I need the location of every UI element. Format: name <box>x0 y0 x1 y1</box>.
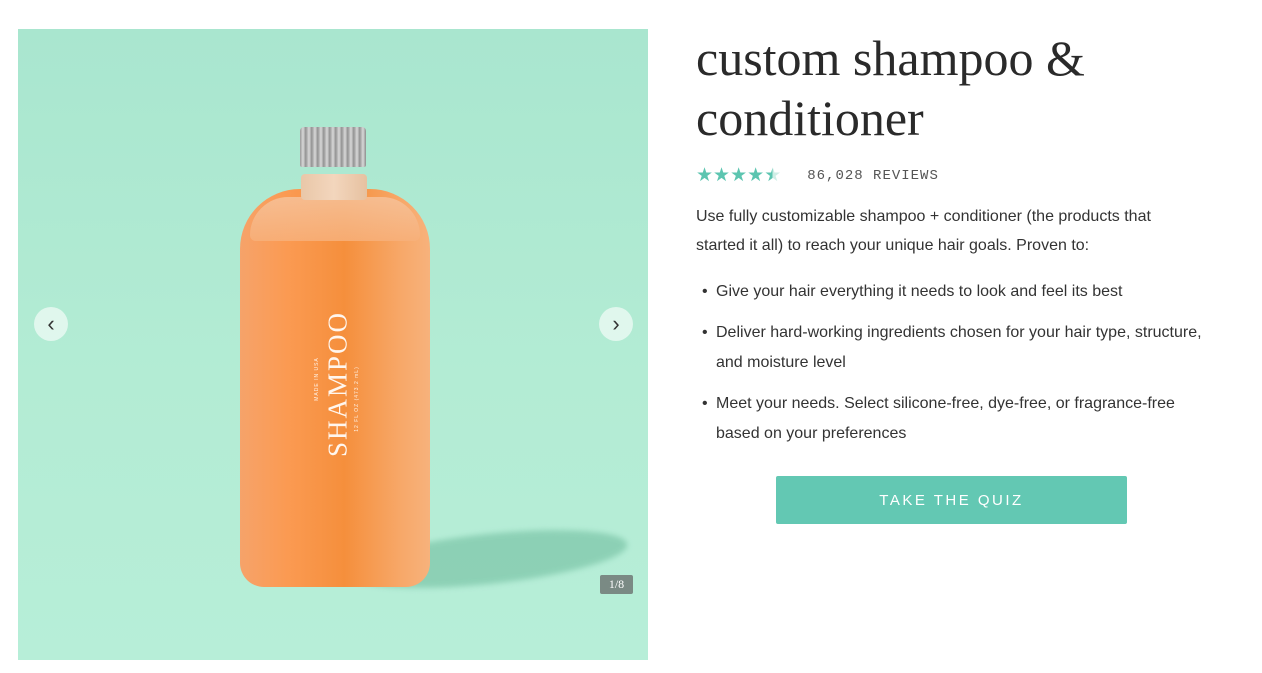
bottle-label: SHAMPOO <box>322 310 353 458</box>
chevron-left-icon: ‹ <box>47 311 55 336</box>
star-icon: ★ <box>730 165 748 186</box>
star-icon: ★ <box>713 165 731 186</box>
product-image-gallery[interactable]: MADE IN USA SHAMPOO 12 FL OZ (473.2 mL) … <box>18 29 648 660</box>
gallery-prev-button[interactable]: ‹ <box>34 307 68 341</box>
list-item: Meet your needs. Select silicone-free, d… <box>696 389 1206 449</box>
take-the-quiz-button[interactable]: TAKE THE QUIZ <box>776 476 1127 524</box>
reviews-link[interactable]: 86,028 REVIEWS <box>807 168 939 184</box>
product-title: custom shampoo & conditioner <box>696 30 1085 146</box>
chevron-right-icon: › <box>612 311 620 336</box>
bottle-cap <box>300 127 366 167</box>
star-icon: ★ <box>764 165 782 186</box>
star-icon: ★ <box>696 165 714 186</box>
list-item: Give your hair everything it needs to lo… <box>696 277 1206 307</box>
bottle-neck <box>301 174 367 200</box>
slide-counter: 1/8 <box>600 575 633 594</box>
list-item: Deliver hard-working ingredients chosen … <box>696 318 1206 378</box>
bottle-foam <box>250 197 420 241</box>
rating-row[interactable]: ★★★★★ 86,028 REVIEWS <box>696 164 1226 187</box>
product-description: Use fully customizable shampoo + conditi… <box>696 208 1151 254</box>
product-details: custom shampoo & conditioner ★★★★★ 86,02… <box>696 28 1226 524</box>
benefits-list: Give your hair everything it needs to lo… <box>696 277 1226 449</box>
bottle-subtext-bottom: 12 FL OZ (473.2 mL) <box>354 366 360 432</box>
gallery-next-button[interactable]: › <box>599 307 633 341</box>
star-rating-icon: ★★★★★ <box>696 164 781 187</box>
star-icon: ★ <box>747 165 765 186</box>
bottle-subtext-top: MADE IN USA <box>314 357 320 401</box>
